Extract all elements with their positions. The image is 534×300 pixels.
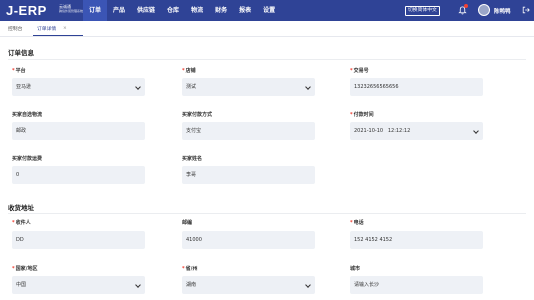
nav-warehouse[interactable]: 仓库: [161, 0, 185, 21]
label-country: *国家/地区: [12, 265, 37, 272]
top-navigation-bar: J-ERP 云诚通 跨境外贸管理系统 订单 产品 供应链 仓库 物流 财务 报表…: [0, 0, 534, 21]
nav-orders[interactable]: 订单: [83, 0, 108, 21]
language-switch-button[interactable]: 切换简体中文: [405, 6, 440, 16]
label-payment-method: 买家付款方式: [182, 112, 213, 118]
payment-method-input[interactable]: 支付宝: [182, 122, 315, 140]
label-province: *省/州: [182, 265, 197, 272]
nav-products[interactable]: 产品: [107, 0, 131, 21]
platform-value: 亚马逊: [16, 84, 32, 90]
tab-order-detail-label: 订单详情: [37, 27, 57, 32]
nav-finance[interactable]: 财务: [209, 0, 233, 21]
payment-time-value: 2021-10-10 12:12:12: [354, 128, 411, 134]
store-value: 测试: [186, 84, 197, 90]
nav-settings[interactable]: 设置: [257, 0, 281, 21]
tab-order-detail[interactable]: 订单详情: [37, 25, 56, 35]
tab-console[interactable]: 控制台: [8, 25, 22, 35]
logo-subtitle: 云诚通 跨境外贸管理系统: [59, 5, 84, 14]
label-recipient: *收件人: [12, 219, 31, 226]
required-mark: *: [12, 68, 15, 74]
section-title-order-info: 订单信息: [8, 49, 34, 57]
label-postcode: 邮编: [182, 220, 193, 226]
postcode-input[interactable]: 41000: [182, 231, 315, 249]
buyer-shipping-input[interactable]: 0: [12, 166, 145, 184]
city-input[interactable]: 请输入长沙: [350, 276, 483, 294]
label-store-text: 店铺: [185, 68, 196, 74]
user-name[interactable]: 陈鸭鸭: [494, 7, 511, 15]
platform-select[interactable]: 亚马逊: [12, 78, 145, 96]
required-mark: *: [12, 266, 15, 272]
label-recipient-text: 收件人: [15, 220, 31, 226]
buyer-shipping-value: 0: [16, 172, 20, 178]
phone-value: 152 4152 4152: [354, 237, 393, 243]
avatar[interactable]: [478, 4, 490, 16]
logo-subtitle-line2: 跨境外贸管理系统: [59, 9, 84, 13]
city-value: 请输入长沙: [354, 282, 380, 288]
buyer-logistics-input[interactable]: 邮政: [12, 122, 145, 140]
buyer-name-input[interactable]: 李哥: [182, 166, 315, 184]
close-icon[interactable]: ×: [63, 24, 67, 34]
label-platform: *平台: [12, 67, 26, 74]
phone-input[interactable]: 152 4152 4152: [350, 231, 483, 249]
main-nav: 订单 产品 供应链 仓库 物流 财务 报表 设置: [83, 0, 281, 21]
label-platform-text: 平台: [15, 68, 26, 74]
label-buyer-shipping: 买家付款运费: [12, 156, 43, 162]
label-buyer-name: 买家姓名: [182, 156, 203, 162]
nav-logistics[interactable]: 物流: [185, 0, 209, 21]
label-country-text: 国家/地区: [15, 266, 38, 272]
nav-supply-chain[interactable]: 供应链: [131, 0, 161, 21]
label-trade-no-text: 交易号: [353, 68, 369, 74]
province-select[interactable]: 湖南: [182, 276, 315, 294]
active-tab-indicator: [33, 35, 83, 36]
trade-no-value: 13232656565656: [354, 84, 399, 90]
store-select[interactable]: 测试: [182, 78, 315, 96]
required-mark: *: [12, 220, 15, 226]
buyer-name-value: 李哥: [186, 172, 197, 178]
buyer-logistics-value: 邮政: [16, 128, 27, 134]
province-value: 湖南: [186, 282, 197, 288]
label-payment-time: *付款时间: [350, 111, 374, 118]
app-logo[interactable]: J-ERP: [6, 3, 47, 18]
label-payment-time-text: 付款时间: [353, 112, 374, 118]
payment-method-value: 支付宝: [186, 128, 202, 134]
postcode-value: 41000: [186, 237, 202, 243]
logout-icon[interactable]: [522, 6, 530, 14]
country-value: 中国: [16, 282, 27, 288]
required-mark: *: [350, 68, 353, 74]
nav-reports[interactable]: 报表: [233, 0, 257, 21]
order-detail-panel: 订单信息 *平台 亚马逊 *店铺 测试 *交易号 13232656565656 …: [0, 37, 534, 300]
section-divider: [8, 59, 526, 60]
label-store: *店铺: [182, 67, 196, 74]
label-trade-no: *交易号: [350, 67, 369, 74]
section-divider: [8, 213, 526, 214]
required-mark: *: [182, 68, 185, 74]
payment-time-picker[interactable]: 2021-10-10 12:12:12: [350, 122, 483, 140]
required-mark: *: [350, 112, 353, 118]
required-mark: *: [350, 220, 353, 226]
label-phone: *电话: [350, 219, 364, 226]
label-city: 城市: [350, 266, 361, 272]
country-select[interactable]: 中国: [12, 276, 145, 294]
recipient-input[interactable]: DD: [12, 231, 145, 249]
label-province-text: 省/州: [185, 266, 198, 272]
trade-no-input[interactable]: 13232656565656: [350, 78, 483, 96]
recipient-value: DD: [16, 237, 24, 243]
required-mark: *: [182, 266, 185, 272]
label-phone-text: 电话: [353, 220, 364, 226]
section-title-address: 收货地址: [8, 204, 34, 212]
notification-badge: [464, 4, 468, 8]
label-buyer-logistics: 买家自选物流: [12, 112, 43, 118]
